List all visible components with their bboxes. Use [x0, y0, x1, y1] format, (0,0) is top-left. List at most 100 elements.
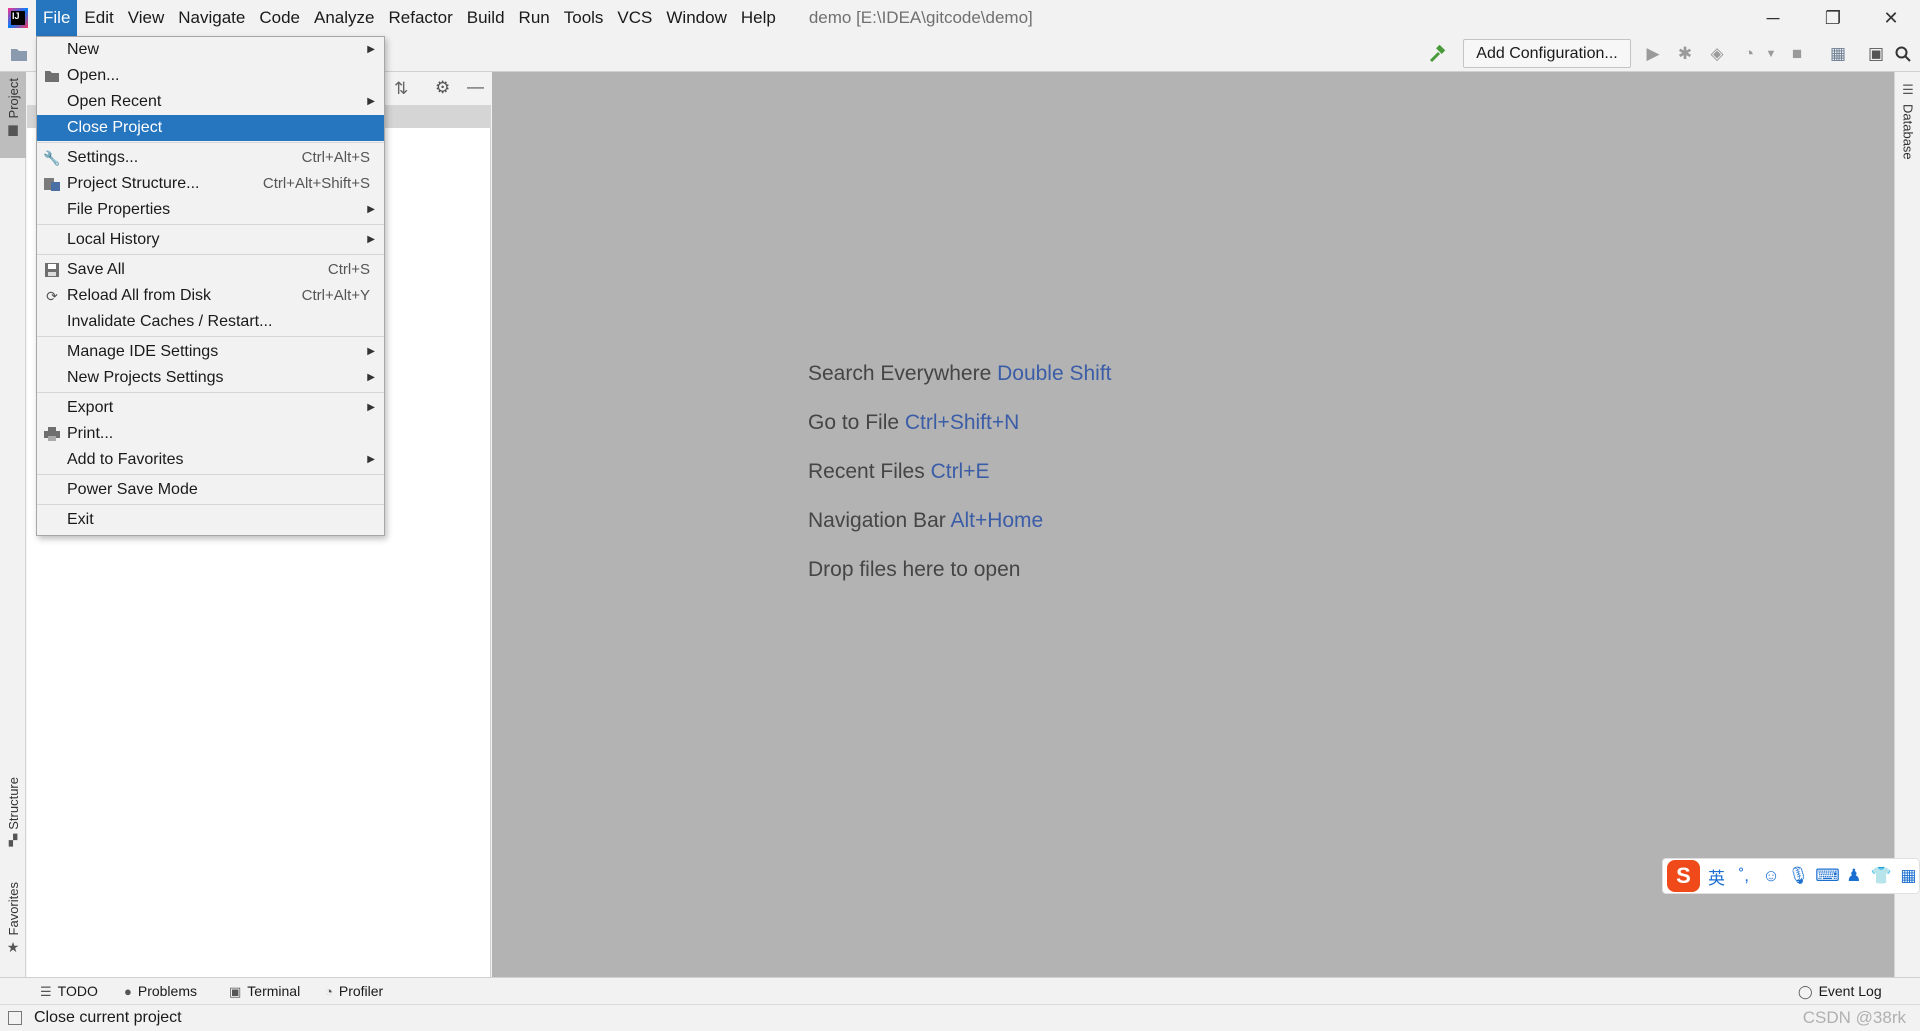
- minimize-button[interactable]: ─: [1744, 0, 1802, 36]
- menu-item-new[interactable]: New ▶: [37, 37, 384, 63]
- menu-item-shortcut: Ctrl+Alt+Y: [301, 287, 370, 304]
- sogou-logo-icon: S: [1667, 860, 1700, 892]
- hint-shortcut: Double Shift: [997, 362, 1112, 385]
- status-square-icon[interactable]: [8, 1011, 22, 1025]
- menu-file[interactable]: File: [36, 0, 78, 36]
- skin-icon[interactable]: 👕: [1871, 866, 1892, 886]
- menu-item-new-projects-settings[interactable]: New Projects Settings ▶: [37, 365, 384, 391]
- submenu-arrow-icon: ▶: [367, 454, 375, 465]
- close-button[interactable]: ✕: [1862, 0, 1920, 36]
- tab-problems[interactable]: ● Problems: [124, 978, 197, 1005]
- menu-navigate[interactable]: Navigate: [171, 0, 252, 36]
- menu-item-label: Invalidate Caches / Restart...: [67, 313, 273, 330]
- menu-item-label: New Projects Settings: [67, 369, 224, 386]
- tab-profiler[interactable]: ◔ Profiler: [325, 978, 383, 1005]
- emoji-icon[interactable]: ☺: [1760, 866, 1781, 886]
- tab-structure[interactable]: Structure ▞: [0, 777, 26, 857]
- menu-item-project-structure[interactable]: Project Structure... Ctrl+Alt+Shift+S: [37, 171, 384, 197]
- debug-icon[interactable]: ✱: [1675, 44, 1695, 64]
- hint-text: Go to File: [808, 411, 900, 434]
- ime-language-toggle[interactable]: 英: [1706, 864, 1727, 889]
- submenu-arrow-icon: ▶: [367, 346, 375, 357]
- tab-database-label: Database: [1900, 104, 1916, 160]
- tab-favorites[interactable]: Favorites ★: [0, 882, 26, 964]
- menu-refactor[interactable]: Refactor: [381, 0, 459, 36]
- tab-terminal[interactable]: ▣ Terminal: [229, 978, 300, 1005]
- stop-icon[interactable]: ■: [1787, 44, 1807, 64]
- menu-item-exit[interactable]: Exit: [37, 507, 384, 533]
- menu-window[interactable]: Window: [659, 0, 733, 36]
- hint-drop-files: Drop files here to open: [808, 558, 1112, 607]
- menu-tools[interactable]: Tools: [557, 0, 611, 36]
- menu-item-power-save-mode[interactable]: Power Save Mode: [37, 477, 384, 503]
- menu-item-label: Power Save Mode: [67, 481, 198, 498]
- print-icon: [43, 425, 61, 443]
- menu-view[interactable]: View: [121, 0, 172, 36]
- tab-problems-label: Problems: [137, 983, 197, 999]
- hint-shortcut: Ctrl+Shift+N: [904, 411, 1020, 434]
- menu-separator: [37, 254, 384, 255]
- build-hammer-icon[interactable]: [1428, 44, 1448, 64]
- status-bar: Close current project CSDN @38rk: [0, 1004, 1920, 1030]
- editor-empty-hints: Search Everywhere Double Shift Go to Fil…: [808, 362, 1112, 607]
- menu-item-label: Exit: [67, 511, 94, 528]
- menu-item-label: Settings...: [67, 149, 139, 166]
- left-tool-stripe: Project ▆ Structure ▞ Favorites ★: [0, 72, 26, 977]
- wrench-icon: 🔧: [43, 149, 61, 166]
- event-log-icon: ◯: [1798, 984, 1813, 999]
- bottom-tool-bar: ☰ TODO ● Problems ▣ Terminal ◔ Profiler …: [0, 977, 1920, 1004]
- editor-area[interactable]: Search Everywhere Double Shift Go to Fil…: [492, 72, 1894, 977]
- menu-item-reload-all[interactable]: ⟳ Reload All from Disk Ctrl+Alt+Y: [37, 283, 384, 309]
- keyboard-icon[interactable]: ⌨: [1815, 866, 1840, 886]
- menu-item-print[interactable]: Print...: [37, 421, 384, 447]
- save-icon: [43, 261, 61, 279]
- microphone-icon[interactable]: 🎙: [1788, 866, 1810, 886]
- restore-button[interactable]: ❐: [1804, 0, 1862, 36]
- collapse-all-icon[interactable]: ⇅: [394, 79, 408, 99]
- menu-edit[interactable]: Edit: [77, 0, 120, 36]
- tab-project[interactable]: Project ▆: [0, 72, 26, 158]
- folder-icon[interactable]: [9, 44, 29, 64]
- menu-help[interactable]: Help: [734, 0, 783, 36]
- menu-item-label: Close Project: [67, 119, 163, 136]
- ime-punctuation-toggle[interactable]: ˚,: [1733, 866, 1754, 886]
- menu-code[interactable]: Code: [252, 0, 307, 36]
- menu-item-manage-ide-settings[interactable]: Manage IDE Settings ▶: [37, 339, 384, 365]
- hide-panel-icon[interactable]: —: [467, 77, 484, 97]
- coverage-icon[interactable]: ◈: [1707, 44, 1727, 64]
- menu-item-add-to-favorites[interactable]: Add to Favorites ▶: [37, 447, 384, 473]
- user-icon[interactable]: ♟: [1843, 866, 1864, 886]
- menu-item-label: New: [67, 41, 100, 58]
- menu-item-export[interactable]: Export ▶: [37, 395, 384, 421]
- menu-item-settings[interactable]: 🔧 Settings... Ctrl+Alt+S: [37, 145, 384, 171]
- gear-icon[interactable]: ⚙: [435, 78, 450, 98]
- menu-item-file-properties[interactable]: File Properties ▶: [37, 197, 384, 223]
- menu-item-save-all[interactable]: Save All Ctrl+S: [37, 257, 384, 283]
- watermark: CSDN @38rk: [1802, 1008, 1906, 1027]
- menu-item-open[interactable]: Open...: [37, 63, 384, 89]
- chevron-down-icon[interactable]: ▼: [1761, 44, 1781, 64]
- reload-icon: ⟳: [46, 287, 58, 304]
- menu-build[interactable]: Build: [460, 0, 512, 36]
- ime-toolbar[interactable]: S 英 ˚, ☺ 🎙 ⌨ ♟ 👕 ▦: [1662, 858, 1920, 894]
- project-structure-icon[interactable]: ▦: [1828, 44, 1848, 64]
- grid-menu-icon[interactable]: ▦: [1898, 866, 1919, 886]
- menu-vcs[interactable]: VCS: [610, 0, 659, 36]
- menu-item-close-project[interactable]: Close Project: [37, 115, 384, 141]
- menu-item-invalidate-caches[interactable]: Invalidate Caches / Restart...: [37, 309, 384, 335]
- menu-analyze[interactable]: Analyze: [307, 0, 381, 36]
- hint-text: Recent Files: [808, 460, 925, 483]
- menu-item-open-recent[interactable]: Open Recent ▶: [37, 89, 384, 115]
- title-bar: IJ File Edit View Navigate Code Analyze …: [0, 0, 1920, 36]
- window-icon[interactable]: ▣: [1866, 44, 1886, 64]
- menu-run[interactable]: Run: [512, 0, 557, 36]
- tab-event-log[interactable]: ◯ Event Log: [1798, 978, 1882, 1005]
- add-configuration-button[interactable]: Add Configuration...: [1463, 39, 1631, 68]
- menu-item-local-history[interactable]: Local History ▶: [37, 227, 384, 253]
- profile-icon[interactable]: ◔: [1739, 44, 1759, 64]
- tab-todo[interactable]: ☰ TODO: [40, 978, 98, 1005]
- run-icon[interactable]: ▶: [1643, 44, 1663, 64]
- search-icon[interactable]: [1893, 44, 1913, 64]
- right-tool-stripe: ☰ Database: [1894, 72, 1920, 977]
- tab-database[interactable]: ☰ Database: [1895, 82, 1920, 160]
